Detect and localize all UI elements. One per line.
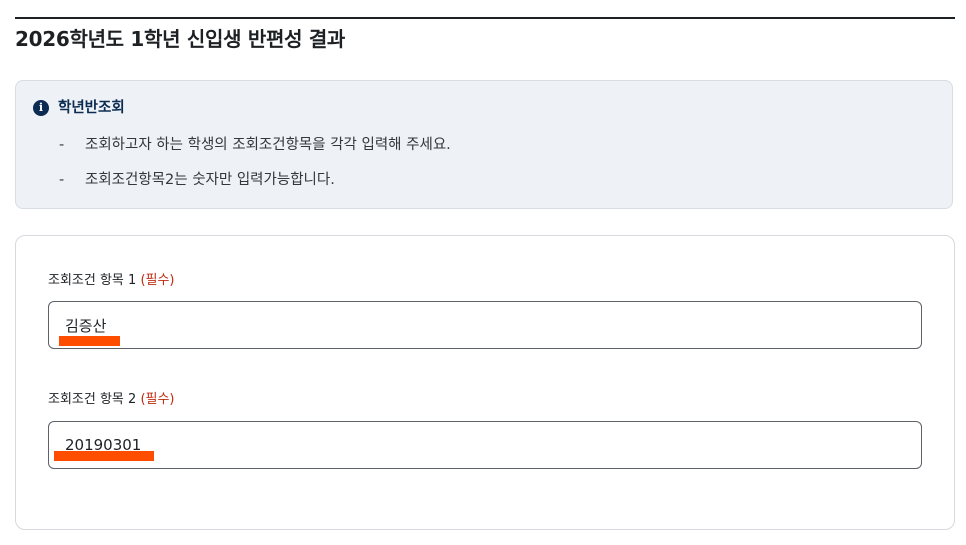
field1-label-text: 조회조건 항목 1	[48, 273, 137, 288]
field2-input[interactable]	[48, 421, 922, 469]
search-form: 조회조건 항목 1 (필수) 조회조건 항목 2 (필수)	[15, 235, 955, 530]
page: 2026학년도 1학년 신입생 반편성 결과 i 학년반조회 - 조회하고자 하…	[0, 0, 966, 545]
field2-required-mark: (필수)	[140, 392, 175, 407]
field1-label: 조회조건 항목 1 (필수)	[48, 272, 175, 290]
notice-header: i 학년반조회	[33, 99, 125, 117]
redaction-mark	[59, 336, 120, 346]
page-title: 2026학년도 1학년 신입생 반편성 결과	[15, 27, 346, 51]
notice-item: - 조회하고자 하는 학생의 조회조건항목을 각각 입력해 주세요.	[59, 136, 451, 154]
notice-box: i 학년반조회 - 조회하고자 하는 학생의 조회조건항목을 각각 입력해 주세…	[15, 80, 953, 209]
notice-title: 학년반조회	[58, 100, 125, 116]
redaction-mark	[54, 451, 154, 461]
notice-list: - 조회하고자 하는 학생의 조회조건항목을 각각 입력해 주세요. - 조회조…	[59, 136, 451, 206]
notice-item-text: 조회조건항목2는 숫자만 입력가능합니다.	[85, 172, 335, 188]
field2-label: 조회조건 항목 2 (필수)	[48, 391, 175, 409]
field2-label-text: 조회조건 항목 2	[48, 392, 137, 407]
field1-input[interactable]	[48, 301, 922, 349]
notice-bullet: -	[59, 172, 65, 188]
info-icon: i	[33, 100, 49, 116]
notice-item-text: 조회하고자 하는 학생의 조회조건항목을 각각 입력해 주세요.	[85, 137, 451, 153]
notice-bullet: -	[59, 137, 65, 153]
notice-item: - 조회조건항목2는 숫자만 입력가능합니다.	[59, 171, 451, 189]
field1-required-mark: (필수)	[140, 273, 175, 288]
title-divider	[15, 17, 955, 19]
